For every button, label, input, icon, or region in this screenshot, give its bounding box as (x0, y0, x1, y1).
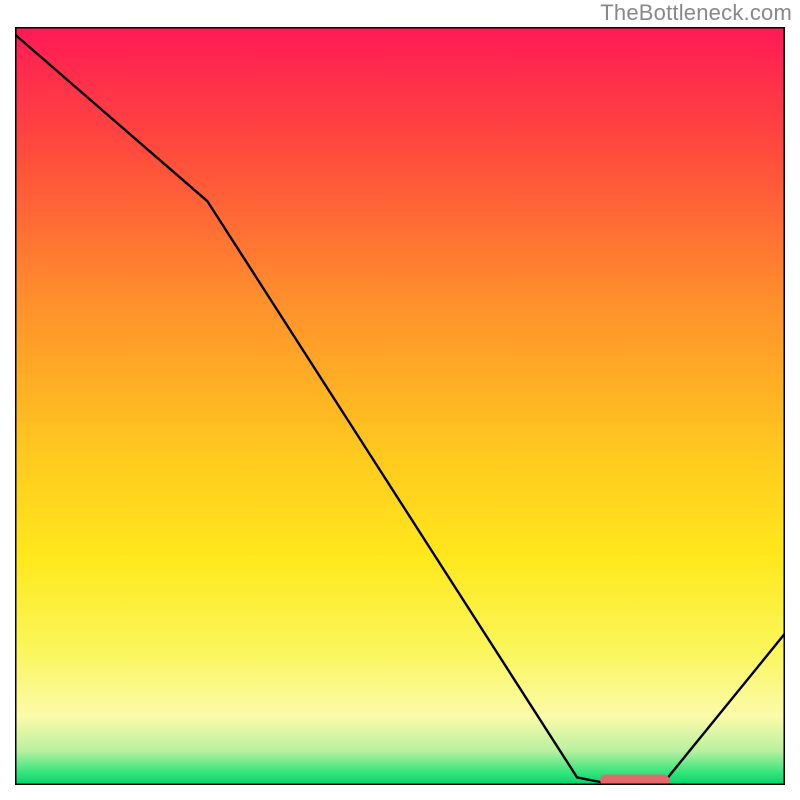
watermark-text: TheBottleneck.com (600, 0, 792, 26)
gradient-rect (15, 27, 785, 785)
chart-container: TheBottleneck.com (0, 0, 800, 800)
plot-frame (15, 27, 785, 785)
optimal-marker (600, 774, 669, 785)
bottleneck-chart-svg (15, 27, 785, 785)
